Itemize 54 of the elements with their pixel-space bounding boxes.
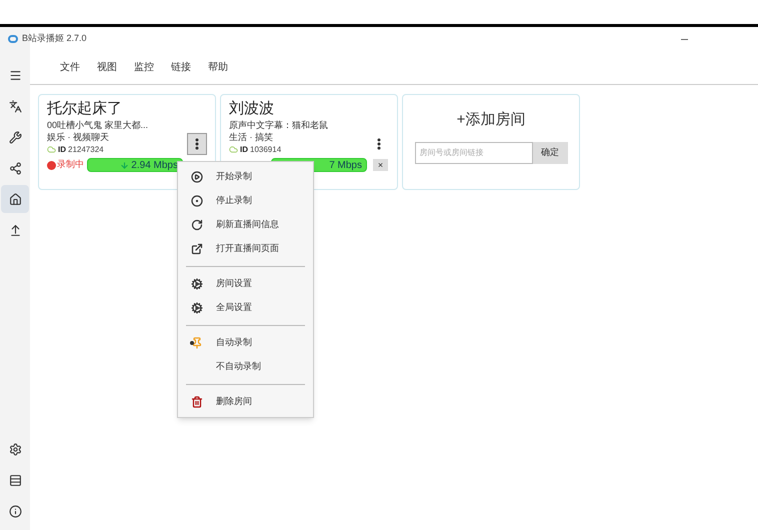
room-title: 刘波波 bbox=[229, 99, 275, 119]
more-button[interactable] bbox=[187, 133, 207, 155]
external-link-icon bbox=[191, 243, 203, 255]
pin-icon bbox=[191, 337, 203, 349]
status-label: 录制中 bbox=[57, 158, 84, 172]
sidebar-button[interactable] bbox=[1, 185, 29, 213]
share-icon bbox=[8, 162, 22, 174]
stop-icon bbox=[191, 195, 203, 207]
room-title: 托尔起床了 bbox=[47, 99, 123, 119]
menu-option[interactable]: 自动录制 bbox=[178, 331, 313, 355]
menu-option[interactable]: 房间设置 bbox=[178, 272, 313, 296]
confirm-button[interactable]: 确定 bbox=[532, 142, 568, 164]
room-id: 21247324 bbox=[68, 144, 104, 156]
upload-icon bbox=[8, 224, 22, 236]
menu-option[interactable]: 不自动录制 bbox=[178, 355, 313, 379]
refresh-icon bbox=[191, 219, 203, 231]
settings-icon bbox=[8, 442, 22, 456]
menu-item[interactable]: 帮助 bbox=[208, 60, 228, 75]
cloud-icon bbox=[229, 145, 238, 154]
room-subtitle: 原声中文字幕：猫和老鼠 bbox=[229, 119, 329, 131]
menu-option[interactable]: 删除房间 bbox=[178, 390, 313, 414]
id-label: ID bbox=[240, 144, 248, 156]
download-icon bbox=[120, 160, 130, 170]
menu-item[interactable]: 文件 bbox=[60, 60, 80, 75]
app-logo-icon bbox=[8, 35, 18, 43]
trash-icon bbox=[191, 396, 203, 408]
menu-item[interactable]: 监控 bbox=[134, 60, 154, 75]
list-icon bbox=[8, 474, 22, 486]
menu-option[interactable]: 停止录制 bbox=[178, 189, 313, 213]
wrench-icon bbox=[8, 130, 22, 144]
menu-option[interactable]: 全局设置 bbox=[178, 296, 313, 320]
menu-icon bbox=[8, 68, 22, 82]
home-icon bbox=[8, 192, 22, 206]
gear-icon bbox=[191, 302, 203, 314]
remove-button[interactable]: × bbox=[373, 159, 388, 171]
id-label: ID bbox=[58, 144, 66, 156]
menu-option[interactable]: 打开直播间页面 bbox=[178, 237, 313, 261]
info-icon bbox=[8, 504, 22, 518]
menu-item[interactable]: 链接 bbox=[171, 60, 191, 75]
menu-option[interactable]: 刷新直播间信息 bbox=[178, 213, 313, 237]
cloud-icon bbox=[47, 145, 56, 154]
minimize-icon[interactable] bbox=[681, 38, 688, 40]
room-subtitle: 00吐槽小气鬼 家里大都... bbox=[47, 119, 150, 131]
room-input-field[interactable]: 房间号或房间链接 bbox=[414, 142, 532, 164]
room-category: 生活 · 搞笑 bbox=[229, 131, 274, 143]
room-id: 1036914 bbox=[250, 144, 282, 156]
gear-icon bbox=[191, 278, 203, 290]
room-category: 娱乐 · 视频聊天 bbox=[47, 131, 110, 143]
menu-item[interactable]: 视图 bbox=[97, 60, 117, 75]
play-icon bbox=[191, 171, 203, 183]
window-title: B站录播姬 2.7.0 bbox=[22, 32, 87, 46]
translate-icon bbox=[8, 100, 22, 112]
speed-indicator: 2.94 Mbps bbox=[87, 158, 183, 172]
add-room-title: +添加房间 bbox=[456, 110, 526, 130]
